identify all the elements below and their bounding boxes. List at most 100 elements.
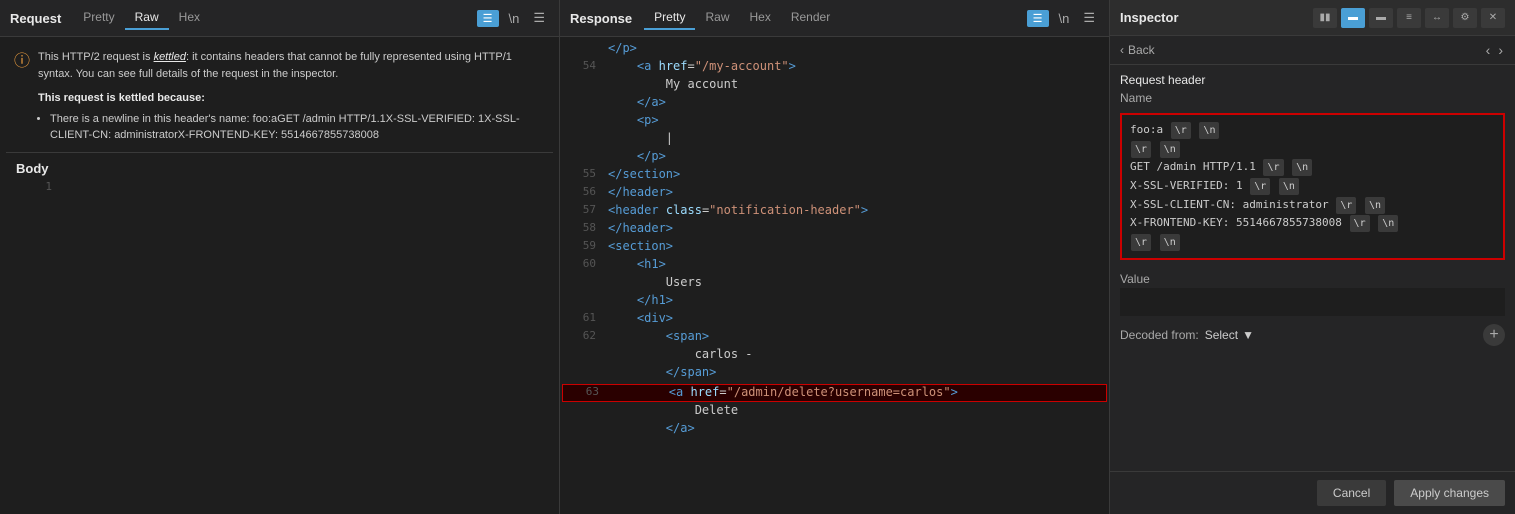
name-value-box[interactable]: foo:a \r \n \r \n GET /admin HTTP/1.1 \r…: [1120, 113, 1505, 260]
name-text-5: X-SSL-CLIENT-CN: administrator: [1130, 198, 1335, 211]
nav-prev-btn[interactable]: ‹: [1484, 42, 1493, 58]
wrap-btn[interactable]: \n: [505, 9, 524, 28]
name-line-1: foo:a \r \n: [1130, 121, 1495, 140]
line-content: Delete: [608, 403, 738, 417]
body-title: Body: [16, 161, 543, 176]
request-title: Request: [10, 11, 61, 26]
response-more-btn[interactable]: ☰: [1079, 8, 1099, 28]
request-content: ⓘ This HTTP/2 request is kettled: it con…: [0, 37, 559, 514]
select-label: Select: [1205, 328, 1238, 342]
badge-n4: \n: [1279, 178, 1299, 195]
line-content: </header>: [608, 221, 673, 235]
response-inline-view-btn[interactable]: ☰: [1027, 10, 1049, 27]
response-title: Response: [570, 11, 632, 26]
view-stacked-btn[interactable]: ▬: [1341, 8, 1365, 28]
decoded-section: Decoded from: Select ▼ +: [1110, 316, 1515, 354]
response-wrap-btn[interactable]: \n: [1055, 9, 1074, 28]
code-line-highlighted: 63 <a href="/admin/delete?username=carlo…: [562, 384, 1107, 402]
line-num: 61: [566, 311, 596, 324]
name-line-5: X-SSL-CLIENT-CN: administrator \r \n: [1130, 196, 1495, 215]
tab-hex-response[interactable]: Hex: [740, 6, 781, 30]
name-text: foo:a: [1130, 123, 1170, 136]
inspector-header: Inspector ▮▮ ▬ ▬ ≡ ↔ ⚙ ✕: [1110, 0, 1515, 36]
name-line-4: X-SSL-VERIFIED: 1 \r \n: [1130, 177, 1495, 196]
warning-box: ⓘ This HTTP/2 request is kettled: it con…: [6, 43, 553, 150]
add-button[interactable]: +: [1483, 324, 1505, 346]
inspector-panel: Inspector ▮▮ ▬ ▬ ≡ ↔ ⚙ ✕ ‹ Back ‹ › Requ…: [1110, 0, 1515, 514]
badge-n7: \n: [1160, 234, 1180, 251]
badge-r6: \r: [1350, 215, 1370, 232]
request-header-section: Request header: [1110, 65, 1515, 91]
badge-r3: \r: [1263, 159, 1283, 176]
line-content: </a>: [608, 421, 695, 435]
tab-raw-request[interactable]: Raw: [125, 6, 169, 30]
code-line: Users: [560, 275, 1109, 293]
code-line: 60 <h1>: [560, 257, 1109, 275]
code-line: 62 <span>: [560, 329, 1109, 347]
collapse-btn[interactable]: ↔: [1425, 8, 1449, 28]
name-label-text: Name: [1120, 91, 1152, 105]
line-content: <h1>: [608, 257, 666, 271]
value-input-box[interactable]: [1120, 288, 1505, 316]
line-content: </header>: [608, 185, 673, 199]
warning-list-item: There is a newline in this header's name…: [50, 111, 545, 144]
tab-pretty-response[interactable]: Pretty: [644, 6, 695, 30]
code-line: </a>: [560, 421, 1109, 439]
code-line: Delete: [560, 403, 1109, 421]
nav-arrows: ‹ ›: [1484, 42, 1505, 58]
code-line: </a>: [560, 95, 1109, 113]
line-content: </span>: [608, 365, 716, 379]
warning-keyword: kettled: [154, 51, 186, 63]
inspector-footer: Cancel Apply changes: [1110, 471, 1515, 514]
tab-pretty-request[interactable]: Pretty: [73, 6, 124, 30]
badge-n: \n: [1199, 122, 1219, 139]
decoded-from-label: Decoded from:: [1120, 328, 1199, 342]
inline-view-btn[interactable]: ☰: [477, 10, 499, 27]
tab-raw-response[interactable]: Raw: [695, 6, 739, 30]
response-tabs: Pretty Raw Hex Render: [644, 6, 840, 30]
cancel-button[interactable]: Cancel: [1317, 480, 1386, 506]
line-content: Users: [608, 275, 702, 289]
tab-render-response[interactable]: Render: [781, 6, 840, 30]
nav-next-btn[interactable]: ›: [1496, 42, 1505, 58]
code-line: 59 <section>: [560, 239, 1109, 257]
line-content: </a>: [608, 95, 666, 109]
body-line: 1: [16, 180, 543, 198]
name-line-7: \r \n: [1130, 233, 1495, 252]
name-text-6: X-FRONTEND-KEY: 5514667855738008: [1130, 216, 1349, 229]
close-btn[interactable]: ✕: [1481, 8, 1505, 28]
expand-btn[interactable]: ≡: [1397, 8, 1421, 28]
response-code-area: </p> 54 <a href="/my-account"> My accoun…: [560, 37, 1109, 514]
line-content: <div>: [608, 311, 673, 325]
code-line: |: [560, 131, 1109, 149]
line-content: My account: [608, 77, 738, 91]
request-header: Request Pretty Raw Hex ☰ \n ☰: [0, 0, 559, 37]
warning-list: There is a newline in this header's name…: [38, 111, 545, 144]
chevron-down-icon: ▼: [1242, 328, 1254, 342]
code-line: <p>: [560, 113, 1109, 131]
request-tab-actions: ☰ \n ☰: [477, 8, 549, 28]
view-split-btn[interactable]: ▮▮: [1313, 8, 1337, 28]
code-line: carlos -: [560, 347, 1109, 365]
value-label-text: Value: [1120, 272, 1150, 286]
warning-icon: ⓘ: [14, 50, 30, 144]
select-dropdown-btn[interactable]: Select ▼: [1205, 328, 1254, 342]
code-line: </h1>: [560, 293, 1109, 311]
settings-btn[interactable]: ⚙: [1453, 8, 1477, 28]
code-line: 55 </section>: [560, 167, 1109, 185]
name-label: Name: [1110, 91, 1515, 109]
back-button[interactable]: ‹ Back: [1120, 43, 1155, 57]
inspector-title: Inspector: [1120, 10, 1179, 25]
line-num: 55: [566, 167, 596, 180]
code-line: 57 <header class="notification-header">: [560, 203, 1109, 221]
line-content: carlos -: [608, 347, 753, 361]
tab-hex-request[interactable]: Hex: [169, 6, 210, 30]
apply-changes-button[interactable]: Apply changes: [1394, 480, 1505, 506]
name-line-6: X-FRONTEND-KEY: 5514667855738008 \r \n: [1130, 214, 1495, 233]
view-single-btn[interactable]: ▬: [1369, 8, 1393, 28]
more-btn[interactable]: ☰: [529, 8, 549, 28]
code-line: </span>: [560, 365, 1109, 383]
badge-r4: \r: [1250, 178, 1270, 195]
request-panel: Request Pretty Raw Hex ☰ \n ☰ ⓘ This HTT…: [0, 0, 560, 514]
code-line: </p>: [560, 41, 1109, 59]
